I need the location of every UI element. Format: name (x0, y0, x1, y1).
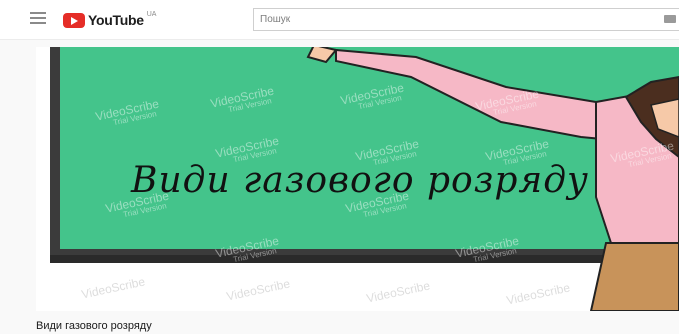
search-input[interactable] (254, 9, 656, 30)
country-code: UA (146, 10, 157, 18)
top-bar: YouTube UA (0, 0, 679, 40)
logo-text: YouTube (88, 12, 144, 28)
video-player[interactable]: Види газового розряду VideoScribe Trial V… (36, 47, 679, 311)
youtube-logo-icon (63, 12, 85, 28)
keyboard-icon[interactable] (664, 15, 676, 23)
video-title: Види газового розряду (36, 320, 152, 332)
menu-icon[interactable] (30, 12, 46, 26)
search-box[interactable] (253, 8, 679, 31)
youtube-logo[interactable]: YouTube UA (63, 10, 156, 30)
